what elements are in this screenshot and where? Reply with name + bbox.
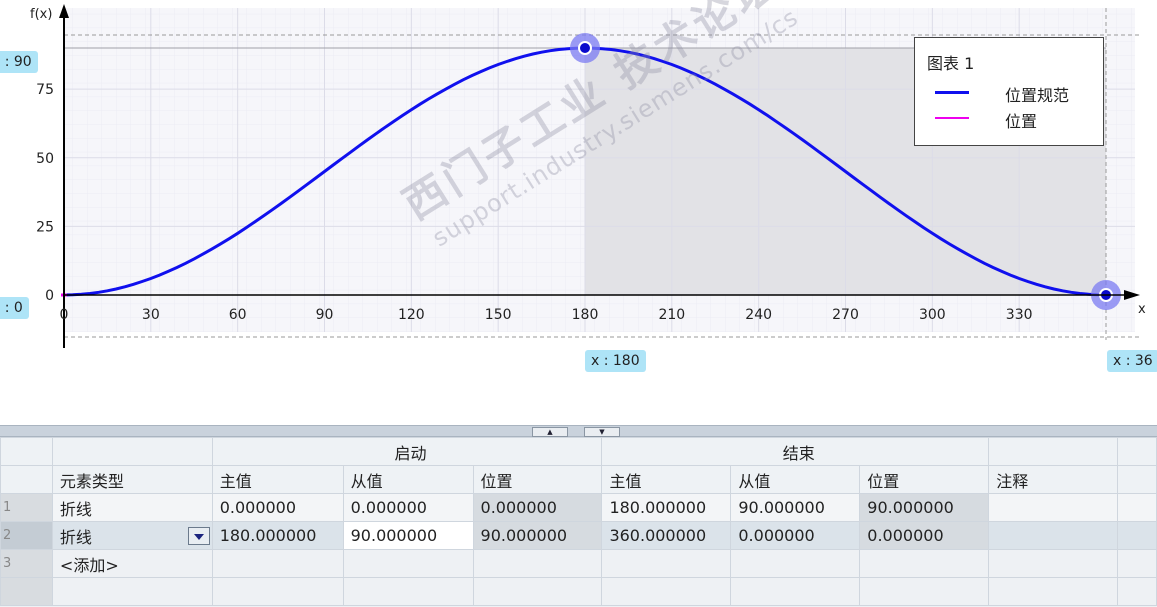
column-header-start-master[interactable]: 主值	[211, 465, 344, 494]
empty-cell	[859, 549, 990, 578]
empty-cell	[211, 577, 344, 606]
x-end-marker: x : 36	[1107, 350, 1157, 372]
legend-swatch-blue	[935, 91, 969, 94]
row-number[interactable]: 3	[0, 549, 53, 578]
legend-swatch-magenta	[935, 117, 969, 119]
x-tick-label: 270	[832, 307, 859, 323]
empty-cell	[342, 577, 474, 606]
empty-cell	[730, 549, 861, 578]
x-tick-label: 120	[398, 307, 425, 323]
corner-cell	[0, 465, 53, 494]
x-tick-label: 150	[485, 307, 512, 323]
group-header-start: 启动	[211, 437, 603, 466]
comment-cell[interactable]	[988, 493, 1118, 522]
empty-cell	[988, 577, 1118, 606]
start-master-cell[interactable]: 0.000000	[211, 493, 344, 522]
row-number[interactable]: 2	[0, 521, 53, 550]
element-type-cell[interactable]: 折线	[51, 493, 213, 522]
table-row[interactable]: 1 折线 0.000000 0.000000 0.000000 180.0000…	[0, 493, 1157, 522]
blank-cell	[1116, 577, 1157, 606]
end-master-cell[interactable]: 360.000000	[601, 521, 732, 550]
x-tick-label: 240	[745, 307, 772, 323]
empty-cell	[211, 549, 344, 578]
element-type-value: 折线	[59, 527, 92, 547]
y-tick-label: 25	[36, 219, 54, 235]
empty-cell	[342, 549, 474, 578]
x-tick-label: 30	[142, 307, 160, 323]
end-master-cell[interactable]: 180.000000	[601, 493, 732, 522]
header-blank	[51, 437, 213, 466]
collapse-down-button[interactable]: ▼	[584, 427, 620, 437]
empty-cell	[730, 577, 861, 606]
x-tick-label: 330	[1006, 307, 1033, 323]
x-tick-label: 180	[572, 307, 599, 323]
empty-cell	[51, 577, 213, 606]
empty-cell	[472, 549, 603, 578]
y-max-marker: y : 90	[0, 51, 38, 73]
element-type-dropdown-button[interactable]	[187, 526, 210, 545]
segment-table: 启动 结束 元素类型 主值 从值 位置 主值 从值 位置 注释 1 折线 0.0…	[0, 437, 1157, 607]
corner-cell	[0, 437, 53, 466]
column-header-comment[interactable]: 注释	[988, 465, 1118, 494]
column-header-start-position[interactable]: 位置	[472, 465, 603, 494]
blank-cell	[1116, 549, 1157, 578]
element-type-cell[interactable]: 折线	[51, 521, 213, 550]
legend-item-label: 位置规范	[1005, 86, 1070, 105]
point-handle[interactable]	[578, 41, 592, 55]
end-slave-cell[interactable]: 0.000000	[730, 521, 861, 550]
empty-cell	[859, 577, 990, 606]
empty-cell	[601, 549, 732, 578]
y-tick-label: 50	[36, 151, 54, 167]
start-slave-cell[interactable]: 0.000000	[342, 493, 474, 522]
legend-item-label: 位置	[1005, 112, 1038, 131]
start-master-cell[interactable]: 180.000000	[211, 521, 344, 550]
column-header-end-position[interactable]: 位置	[859, 465, 990, 494]
collapse-up-button[interactable]: ▲	[532, 427, 568, 437]
comment-cell[interactable]	[988, 521, 1118, 550]
column-header-end-master[interactable]: 主值	[601, 465, 732, 494]
column-header-element-type[interactable]: 元素类型	[51, 465, 213, 494]
x-axis-label: x	[1138, 302, 1146, 317]
header-blank	[1116, 465, 1157, 494]
table-row[interactable]: 3 <添加>	[0, 549, 1157, 578]
y-axis-label: f(x)	[30, 7, 52, 22]
pane-splitter[interactable]: ▲ ▼	[0, 425, 1157, 437]
chart-legend: 图表 1 位置规范 位置	[914, 37, 1104, 146]
row-number[interactable]: 1	[0, 493, 53, 522]
x-mid-marker: x : 180	[585, 350, 646, 372]
blank-cell	[1116, 521, 1157, 550]
chart-area: f(x) x 0 30 60 90 120 150 180 210 240 270 300 330 0 25 5…	[0, 0, 1157, 425]
row-number	[0, 577, 53, 606]
empty-cell	[601, 577, 732, 606]
x-tick-label: 90	[316, 307, 334, 323]
y-min-marker: y : 0	[0, 297, 29, 319]
start-slave-cell[interactable]: 90.000000	[342, 521, 474, 550]
table-row[interactable]: 2 折线 180.000000 90.000000 90.000000 360.…	[0, 521, 1157, 550]
group-header-end: 结束	[601, 437, 990, 466]
x-tick-label: 300	[919, 307, 946, 323]
start-position-cell: 90.000000	[472, 521, 603, 550]
y-tick-label: 0	[45, 288, 54, 304]
legend-item-position-spec: 位置规范	[935, 82, 1095, 105]
x-tick-label: 210	[658, 307, 685, 323]
column-header-start-slave[interactable]: 从值	[342, 465, 474, 494]
empty-cell	[472, 577, 603, 606]
empty-cell	[988, 549, 1118, 578]
header-blank	[1116, 437, 1157, 466]
x-tick-label: 60	[229, 307, 247, 323]
y-tick-label: 75	[36, 82, 54, 98]
legend-title: 图表 1	[927, 54, 975, 73]
header-blank	[988, 437, 1118, 466]
add-element-cell[interactable]: <添加>	[51, 549, 213, 578]
end-position-cell: 0.000000	[859, 521, 990, 550]
end-position-cell: 90.000000	[859, 493, 990, 522]
blank-cell	[1116, 493, 1157, 522]
end-slave-cell[interactable]: 90.000000	[730, 493, 861, 522]
column-header-end-slave[interactable]: 从值	[730, 465, 861, 494]
x-tick-label: 0	[60, 307, 69, 323]
legend-item-position: 位置	[935, 108, 1095, 131]
start-position-cell: 0.000000	[472, 493, 603, 522]
